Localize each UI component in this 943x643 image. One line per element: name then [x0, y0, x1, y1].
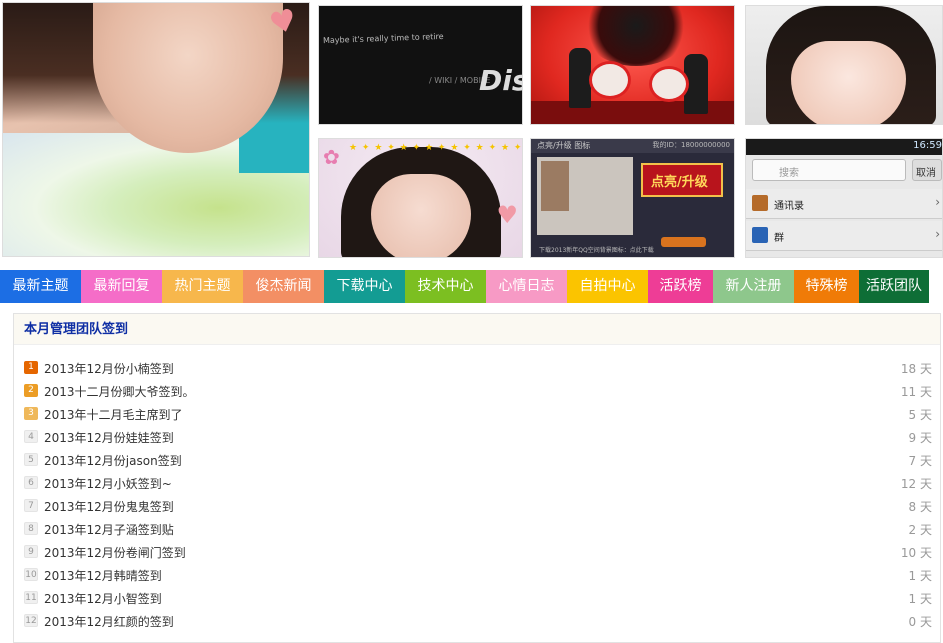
thread-link[interactable]: 2013年12月份小楠签到 — [44, 360, 174, 377]
phone-row-contacts: 通讯录 › — [746, 189, 942, 219]
rank-badge: 9 — [24, 545, 38, 558]
phone-time: 16:59 — [913, 140, 942, 151]
nav-tab-latest-threads[interactable]: 最新主题 — [0, 270, 81, 303]
photo-game-upgrade-ui[interactable]: 点亮/升级 图标 我的ID：18000000000 点亮/升级 下载2013新年Q… — [530, 138, 735, 258]
days-count: 18 天 — [900, 362, 932, 376]
nav-tab-register[interactable]: 新人注册 — [713, 270, 794, 303]
days-count: 9 天 — [908, 431, 932, 445]
thread-link[interactable]: 2013年12月份娃娃签到 — [44, 429, 174, 446]
list-item: 6 2013年12月小妖签到~ 12 天 — [14, 471, 942, 494]
days-count: 11 天 — [900, 385, 932, 399]
rank-badge: 7 — [24, 499, 38, 512]
list-item: 11 2013年12月小智签到 1 天 — [14, 586, 942, 609]
list-item: 7 2013年12月份鬼鬼签到 8 天 — [14, 494, 942, 517]
days-count: 12 天 — [900, 477, 932, 491]
thread-link[interactable]: 2013年12月小智签到 — [44, 590, 162, 607]
list-item: 5 2013年12月份jason签到 7 天 — [14, 448, 942, 471]
stars-decoration: ★ ✦ ★ ✦ ★ ✦ ★ ✦ ★ ✦ ★ ✦ ★ ✦ ★ — [349, 143, 523, 153]
nav-tab-tech[interactable]: 技术中心 — [405, 270, 486, 303]
game-panel-title: 点亮/升级 图标 — [537, 141, 591, 150]
rank-badge: 10 — [24, 568, 38, 581]
game-panel-id: 我的ID：18000000000 — [652, 141, 730, 149]
photo-girl-portrait[interactable] — [745, 5, 943, 125]
rank-badge: 5 — [24, 453, 38, 466]
heart-icon: ♥ — [496, 201, 518, 229]
rank-badge: 3 — [24, 407, 38, 420]
thread-link[interactable]: 2013年12月小妖签到~ — [44, 475, 172, 492]
photo-caption: Maybe it's really time to retire — [322, 31, 444, 46]
days-count: 7 天 — [908, 454, 932, 468]
flower-icon: ✿ — [323, 145, 340, 169]
thread-link[interactable]: 2013年12月份jason签到 — [44, 452, 182, 469]
photo-lion-dance-stage[interactable] — [530, 5, 735, 125]
nav-tab-active-rank[interactable]: 活跃榜 — [648, 270, 713, 303]
phone-cancel-button: 取消 — [912, 159, 942, 181]
nav-tab-selfie[interactable]: 自拍中心 — [567, 270, 648, 303]
panel-header: 本月管理团队签到 — [14, 314, 940, 345]
rank-badge: 11 — [24, 591, 38, 604]
nav-tab-mood-diary[interactable]: 心情日志 — [486, 270, 567, 303]
list-item: 12 2013年12月红颜的签到 0 天 — [14, 609, 942, 632]
list-item: 9 2013年12月份卷闸门签到 10 天 — [14, 540, 942, 563]
monthly-signin-panel: 本月管理团队签到 1 2013年12月份小楠签到 18 天 2 2013十二月份卿大爷签… — [13, 313, 941, 643]
signin-list: 1 2013年12月份小楠签到 18 天 2 2013十二月份卿大爷签到。 11 天 3 20… — [14, 356, 942, 632]
photo-girl-selfie-large[interactable]: ♥ — [2, 2, 310, 257]
phone-search-box: 搜索 — [752, 159, 906, 181]
phone-row-group: 群 › — [746, 221, 942, 251]
thread-link[interactable]: 2013年12月子涵签到贴 — [44, 521, 174, 538]
nav-tab-latest-replies[interactable]: 最新回复 — [81, 270, 162, 303]
list-item: 3 2013年十二月毛主席到了 5 天 — [14, 402, 942, 425]
rank-badge: 4 — [24, 430, 38, 443]
days-count: 5 天 — [908, 408, 932, 422]
days-count: 8 天 — [908, 500, 932, 514]
thread-link[interactable]: 2013十二月份卿大爷签到。 — [44, 383, 195, 400]
rank-badge: 6 — [24, 476, 38, 489]
thread-link[interactable]: 2013年12月韩晴签到 — [44, 567, 162, 584]
days-count: 1 天 — [908, 569, 932, 583]
thread-link[interactable]: 2013年12月份卷闸门签到 — [44, 544, 186, 561]
list-item: 2 2013十二月份卿大爷签到。 11 天 — [14, 379, 942, 402]
photo-girl-stars[interactable]: ★ ✦ ★ ✦ ★ ✦ ★ ✦ ★ ✦ ★ ✦ ★ ✦ ★ ✿ ♥ — [318, 138, 523, 258]
photo-phone-screen[interactable]: 16:59 搜索 取消 通讯录 › 群 › — [745, 138, 943, 258]
list-item: 1 2013年12月份小楠签到 18 天 — [14, 356, 942, 379]
rank-badge: 2 — [24, 384, 38, 397]
game-footer-text: 下载2013新年QQ空间背景图标：点此下载 — [539, 247, 654, 254]
nav-tab-downloads[interactable]: 下载中心 — [324, 270, 405, 303]
category-nav: 最新主题 最新回复 热门主题 俊杰新闻 下载中心 技术中心 心情日志 自拍中心 … — [0, 270, 943, 303]
list-item: 4 2013年12月份娃娃签到 9 天 — [14, 425, 942, 448]
photo-discuz-banner[interactable]: Maybe it's really time to retire / WIKI … — [318, 5, 523, 125]
nav-tab-hot-threads[interactable]: 热门主题 — [162, 270, 243, 303]
list-item: 8 2013年12月子涵签到贴 2 天 — [14, 517, 942, 540]
nav-tab-news[interactable]: 俊杰新闻 — [243, 270, 324, 303]
thread-link[interactable]: 2013年十二月毛主席到了 — [44, 406, 183, 423]
photo-grid: ♥ Maybe it's really time to retire / WIK… — [0, 0, 943, 262]
days-count: 2 天 — [908, 523, 932, 537]
thread-link[interactable]: 2013年12月份鬼鬼签到 — [44, 498, 174, 515]
nav-tab-special-rank[interactable]: 特殊榜 — [794, 270, 859, 303]
rank-badge: 12 — [24, 614, 38, 627]
rank-badge: 8 — [24, 522, 38, 535]
panel-title[interactable]: 本月管理团队签到 — [24, 322, 128, 337]
thread-link[interactable]: 2013年12月红颜的签到 — [44, 613, 174, 630]
days-count: 1 天 — [908, 592, 932, 606]
nav-tab-active-team[interactable]: 活跃团队 — [859, 270, 929, 303]
days-count: 10 天 — [900, 546, 932, 560]
discuz-logo: Discuz! — [479, 64, 522, 97]
list-item: 10 2013年12月韩晴签到 1 天 — [14, 563, 942, 586]
days-count: 0 天 — [908, 615, 932, 629]
rank-badge: 1 — [24, 361, 38, 374]
upgrade-badge: 点亮/升级 — [641, 163, 723, 197]
